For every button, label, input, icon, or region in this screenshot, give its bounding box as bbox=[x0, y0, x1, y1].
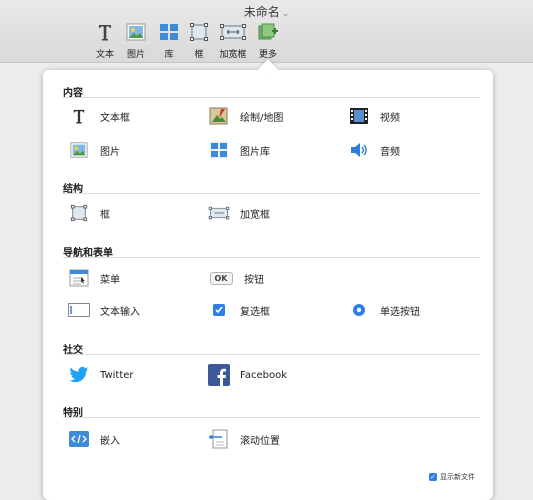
insert-text-input-label: 文本输入 bbox=[100, 306, 140, 318]
insert-checkbox-label: 复选框 bbox=[240, 306, 270, 318]
toolbar-text-button[interactable]: 文本 bbox=[92, 22, 118, 60]
toolbar-wide-frame-button[interactable]: 加宽框 bbox=[216, 22, 250, 60]
toolbar-wide-frame-label: 加宽框 bbox=[219, 50, 247, 60]
insert-wide-frame[interactable]: 加宽框 bbox=[208, 202, 270, 224]
insert-video[interactable]: 视频 bbox=[348, 105, 400, 127]
gallery-icon bbox=[208, 139, 230, 161]
insert-text-box[interactable]: 文本框 bbox=[68, 105, 130, 127]
checkbox-checked-icon[interactable]: ✓ bbox=[429, 473, 437, 481]
image-icon bbox=[122, 22, 150, 44]
insert-radio-label: 单选按钮 bbox=[380, 306, 420, 318]
toolbar-image-button[interactable]: 图片 bbox=[122, 22, 150, 60]
video-icon bbox=[348, 105, 370, 127]
wide-frame-icon bbox=[216, 22, 250, 44]
text-icon bbox=[68, 105, 90, 127]
insert-button-label: 按钮 bbox=[244, 274, 264, 286]
drawing-map-icon bbox=[208, 105, 230, 127]
insert-text-input[interactable]: 文本输入 bbox=[68, 299, 140, 321]
insert-drawing-map[interactable]: 绘制/地图 bbox=[208, 105, 283, 127]
toolbar-frame-button[interactable]: 框 bbox=[188, 22, 210, 60]
more-icon bbox=[254, 22, 282, 44]
insert-menu-label: 菜单 bbox=[100, 274, 120, 286]
text-input-icon bbox=[68, 299, 90, 321]
library-icon bbox=[156, 22, 182, 44]
frame-icon bbox=[188, 22, 210, 44]
insert-facebook-label: Facebook bbox=[240, 369, 287, 381]
document-title-label: 未命名 bbox=[243, 5, 280, 19]
menu-icon bbox=[68, 267, 90, 289]
toolbar: 未命名 ⌄ 文本 图片 库 框 加宽框 更多 bbox=[0, 0, 533, 63]
ok-button-icon: OK bbox=[208, 267, 234, 289]
checkbox-icon bbox=[208, 299, 230, 321]
insert-drawing-map-label: 绘制/地图 bbox=[240, 112, 284, 124]
radio-icon bbox=[348, 299, 370, 321]
insert-scroll-position[interactable]: 滚动位置 bbox=[208, 428, 280, 450]
show-new-file-option[interactable]: ✓ 显示新文件 bbox=[429, 472, 475, 482]
insert-frame[interactable]: 框 bbox=[68, 202, 110, 224]
wide-frame-icon bbox=[208, 202, 230, 224]
insert-facebook[interactable]: Facebook bbox=[208, 364, 287, 386]
image-icon bbox=[68, 139, 90, 161]
speaker-icon bbox=[348, 139, 370, 161]
insert-twitter-label: Twitter bbox=[100, 369, 134, 381]
insert-image-label: 图片 bbox=[100, 146, 120, 158]
insert-frame-label: 框 bbox=[100, 209, 110, 221]
insert-gallery[interactable]: 图片库 bbox=[208, 139, 270, 161]
divider bbox=[63, 354, 480, 355]
ok-button-icon-label: OK bbox=[209, 271, 233, 285]
document-title[interactable]: 未命名 ⌄ bbox=[0, 3, 533, 20]
embed-icon bbox=[68, 428, 90, 450]
twitter-icon bbox=[68, 364, 90, 386]
divider bbox=[63, 257, 480, 258]
divider bbox=[63, 417, 480, 418]
insert-button[interactable]: OK 按钮 bbox=[208, 267, 264, 289]
insert-audio-label: 音频 bbox=[380, 146, 400, 158]
facebook-icon bbox=[208, 364, 230, 386]
insert-embed-label: 嵌入 bbox=[100, 435, 120, 447]
toolbar-text-label: 文本 bbox=[95, 50, 114, 60]
toolbar-frame-label: 框 bbox=[194, 50, 204, 60]
insert-menu[interactable]: 菜单 bbox=[68, 267, 120, 289]
insert-text-box-label: 文本框 bbox=[100, 112, 130, 124]
chevron-down-icon: ⌄ bbox=[281, 9, 290, 19]
toolbar-more-button[interactable]: 更多 bbox=[254, 22, 282, 60]
frame-icon bbox=[68, 202, 90, 224]
toolbar-image-label: 图片 bbox=[126, 50, 145, 60]
insert-gallery-label: 图片库 bbox=[240, 146, 270, 158]
insert-video-label: 视频 bbox=[380, 112, 400, 124]
insert-twitter[interactable]: Twitter bbox=[68, 364, 134, 386]
text-icon bbox=[92, 22, 118, 44]
insert-audio[interactable]: 音频 bbox=[348, 139, 400, 161]
insert-checkbox[interactable]: 复选框 bbox=[208, 299, 270, 321]
divider bbox=[63, 193, 480, 194]
scroll-position-icon bbox=[208, 428, 230, 450]
insert-wide-frame-label: 加宽框 bbox=[240, 209, 270, 221]
insert-embed[interactable]: 嵌入 bbox=[68, 428, 120, 450]
insert-image[interactable]: 图片 bbox=[68, 139, 120, 161]
insert-radio[interactable]: 单选按钮 bbox=[348, 299, 420, 321]
show-new-file-label: 显示新文件 bbox=[440, 473, 475, 481]
insert-scroll-position-label: 滚动位置 bbox=[240, 435, 280, 447]
divider bbox=[63, 97, 480, 98]
toolbar-library-label: 库 bbox=[164, 50, 174, 60]
toolbar-library-button[interactable]: 库 bbox=[156, 22, 182, 60]
